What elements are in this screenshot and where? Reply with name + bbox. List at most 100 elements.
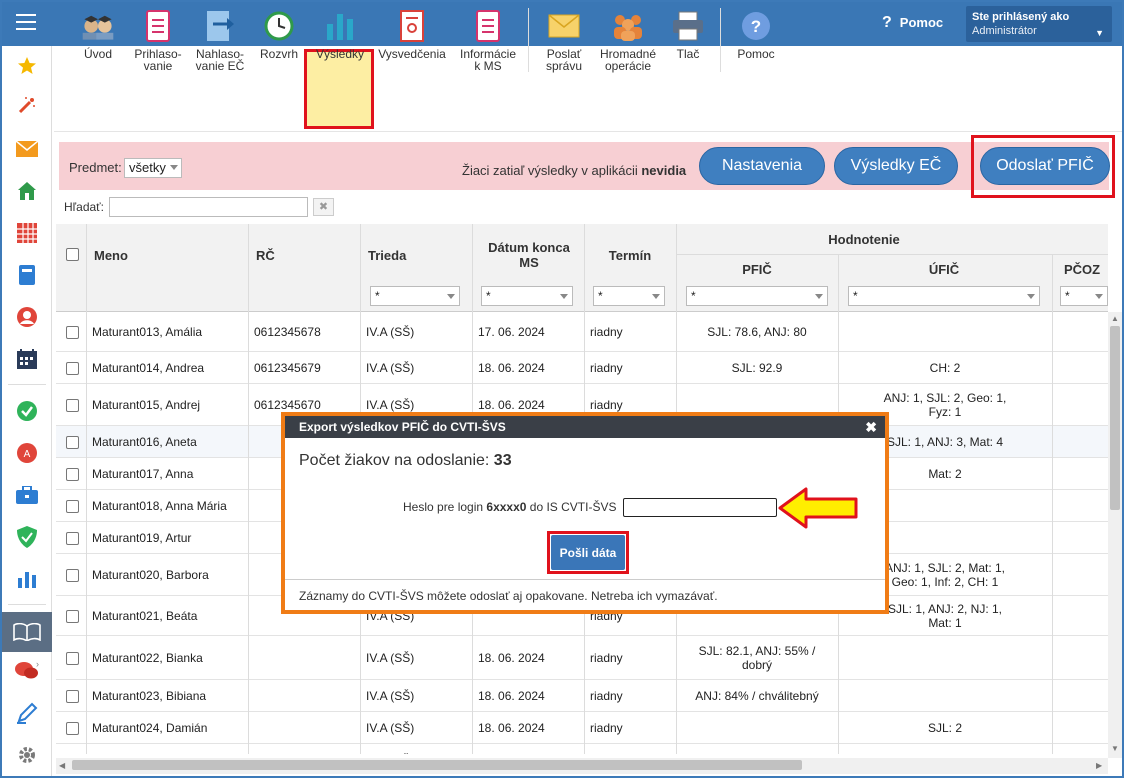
cell-rc xyxy=(254,744,360,754)
chat-icon[interactable]: › xyxy=(2,656,52,686)
cell-rc xyxy=(254,712,360,744)
row-checkbox[interactable] xyxy=(66,609,79,623)
row-checkbox[interactable] xyxy=(66,325,79,339)
caret-down-icon: ▼ xyxy=(1095,28,1104,38)
send-data-button[interactable]: Pošli dáta xyxy=(551,535,625,570)
filter-pfic[interactable]: * xyxy=(686,286,828,306)
bar-chart-icon[interactable] xyxy=(2,564,52,594)
vertical-scroll-thumb[interactable] xyxy=(1110,326,1120,510)
chevron-down-icon xyxy=(560,294,568,299)
results-ec-button[interactable]: Výsledky EČ xyxy=(834,147,958,185)
toolbar-tlac[interactable]: Tlač xyxy=(666,10,710,60)
row-checkbox[interactable] xyxy=(66,531,79,545)
toolbar-uvod[interactable]: Úvod xyxy=(72,10,124,60)
toolbar-poslat-spravu[interactable]: Poslať správu xyxy=(538,10,590,72)
col-termin[interactable]: Termín xyxy=(584,248,676,263)
header-divider xyxy=(676,254,1108,255)
row-checkbox[interactable] xyxy=(66,435,79,449)
predmet-select[interactable]: všetky xyxy=(124,158,182,178)
cell-ufic xyxy=(838,744,1052,754)
toolbar-informacie[interactable]: Informácie k MS xyxy=(456,10,520,72)
cell-datum: 18. 06. 2024 xyxy=(478,721,545,735)
hamburger-menu-icon[interactable] xyxy=(16,14,36,30)
row-checkbox[interactable] xyxy=(66,721,79,735)
table-row[interactable]: Testovací Druhák, Jozef III.A (SŠ) 20. 05.… xyxy=(56,744,1108,754)
row-checkbox[interactable] xyxy=(66,398,79,412)
toolbar-pomoc[interactable]: ? Pomoc xyxy=(732,10,780,60)
filter-ufic[interactable]: * xyxy=(848,286,1040,306)
mail-icon[interactable] xyxy=(2,134,52,164)
col-pfic[interactable]: PFIČ xyxy=(676,262,838,277)
app-window: ? Pomoc Ste prihlásený ako Administrátor … xyxy=(0,0,1124,778)
cell-meno: Maturant019, Artur xyxy=(92,531,192,545)
toolbar-vysledky[interactable]: Výsledky xyxy=(310,10,370,60)
col-pcoz[interactable]: PČOZ xyxy=(1052,262,1108,277)
row-checkbox[interactable] xyxy=(66,651,79,665)
filter-termin[interactable]: * xyxy=(593,286,665,306)
password-input[interactable] xyxy=(623,498,777,517)
col-trieda[interactable]: Trieda xyxy=(368,248,406,263)
col-ufic[interactable]: ÚFIČ xyxy=(838,262,1050,277)
select-all-checkbox[interactable] xyxy=(66,248,79,261)
cell-rc: 0612345679 xyxy=(254,361,321,375)
row-checkbox[interactable] xyxy=(66,689,79,703)
col-rc[interactable]: RČ xyxy=(256,248,275,263)
user-menu[interactable]: Ste prihlásený ako Administrátor ▼ xyxy=(966,6,1112,42)
col-datum[interactable]: Dátum konca MS xyxy=(474,240,584,270)
row-checkbox[interactable] xyxy=(66,467,79,481)
filter-pcoz[interactable]: * xyxy=(1060,286,1108,306)
send-pfic-button[interactable]: Odoslať PFIČ xyxy=(980,147,1110,185)
toolbar-prihlasovanie[interactable]: Prihlaso- vanie xyxy=(130,10,186,72)
shield-icon[interactable] xyxy=(2,522,52,552)
star-icon[interactable] xyxy=(2,51,52,81)
scroll-down-icon[interactable]: ▼ xyxy=(1111,744,1119,753)
table-row[interactable]: Maturant022, Bianka IV.A (SŠ) 18. 06. 2024… xyxy=(56,636,1108,680)
check-icon[interactable] xyxy=(2,396,52,426)
filter-datum[interactable]: * xyxy=(481,286,573,306)
toolbar-vysvedcenia[interactable]: Vysvedčenia xyxy=(376,10,448,60)
timetable-icon[interactable] xyxy=(2,344,52,374)
open-book-icon[interactable] xyxy=(2,612,52,652)
gear-icon[interactable] xyxy=(2,740,52,770)
filter-value: * xyxy=(598,289,603,303)
col-divider xyxy=(1052,254,1053,754)
user-caption: Ste prihlásený ako xyxy=(972,11,1070,23)
col-meno[interactable]: Meno xyxy=(94,248,128,263)
toolbar-nahlasovanie[interactable]: Nahlaso- vanie EČ xyxy=(192,10,248,72)
filter-trieda[interactable]: * xyxy=(370,286,460,306)
home-icon[interactable] xyxy=(2,176,52,206)
clear-search-button[interactable]: ✖ xyxy=(313,198,334,216)
scroll-up-icon[interactable]: ▲ xyxy=(1111,314,1119,323)
toolbar-label: operácie xyxy=(604,59,652,73)
toolbar-label: Tlač xyxy=(676,47,700,61)
calendar-grid-icon[interactable] xyxy=(2,218,52,248)
table-row[interactable]: Maturant024, Damián IV.A (SŠ) 18. 06. 2024… xyxy=(56,712,1108,744)
scroll-right-icon[interactable]: ▶ xyxy=(1096,761,1102,770)
pencil-icon[interactable] xyxy=(2,698,52,728)
settings-button[interactable]: Nastavenia xyxy=(699,147,825,185)
briefcase-icon[interactable] xyxy=(2,480,52,510)
magic-wand-icon[interactable] xyxy=(2,90,52,120)
row-checkbox[interactable] xyxy=(66,499,79,513)
table-row[interactable]: Maturant014, Andrea 0612345679 IV.A (SŠ) 18… xyxy=(56,352,1108,384)
grade-icon[interactable]: A xyxy=(2,438,52,468)
help-link[interactable]: ? Pomoc xyxy=(882,14,943,32)
search-input[interactable] xyxy=(109,197,308,217)
filter-value: * xyxy=(853,289,858,303)
scroll-left-icon[interactable]: ◀ xyxy=(59,761,65,770)
book-icon[interactable] xyxy=(2,260,52,290)
cell-meno: Maturant024, Damián xyxy=(92,721,208,735)
toolbar-hromadne-operacie[interactable]: Hromadné operácie xyxy=(596,10,660,72)
table-row[interactable]: Maturant013, Amália 0612345678 IV.A (SŠ) 17… xyxy=(56,312,1108,352)
row-checkbox[interactable] xyxy=(66,753,79,754)
table-row[interactable]: Maturant023, Bibiana IV.A (SŠ) 18. 06. 202… xyxy=(56,680,1108,712)
cell-pfic xyxy=(676,712,838,744)
toolbar-label: Vysvedčenia xyxy=(378,47,446,61)
close-icon[interactable]: ✖ xyxy=(865,419,877,436)
cell-pfic: ANJ: 87, SJL: 92.9 xyxy=(676,744,838,754)
user-icon[interactable] xyxy=(2,302,52,332)
row-checkbox[interactable] xyxy=(66,568,79,582)
row-checkbox[interactable] xyxy=(66,361,79,375)
horizontal-scroll-thumb[interactable] xyxy=(72,760,802,770)
toolbar-rozvrh[interactable]: Rozvrh xyxy=(256,10,302,60)
